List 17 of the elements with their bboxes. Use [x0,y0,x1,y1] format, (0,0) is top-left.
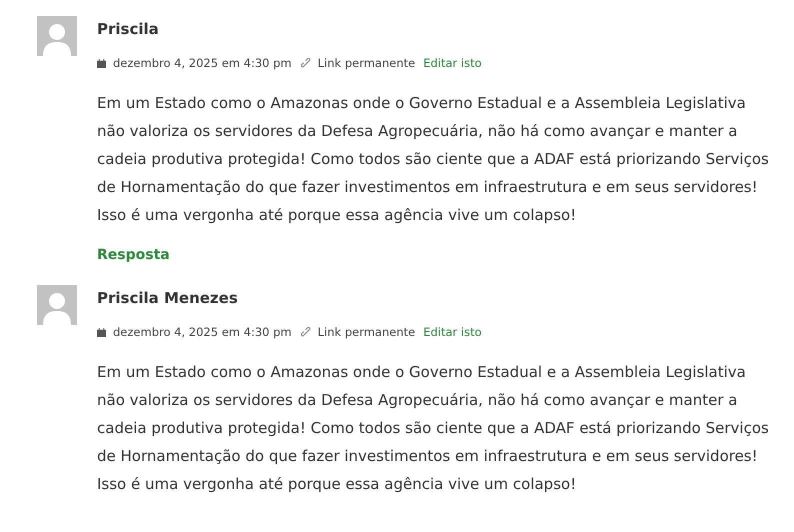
edit-link[interactable]: Editar isto [423,56,482,70]
comment-text: Em um Estado como o Amazonas onde o Governo Estadual e a Assembleia Legislativa não valoriza os servidores da Defesa Agropecuária, não há como avançar e manter a cadeia produtiva protegida! Como todos são ciente que a ADAF está priorizando Serviços de Hornamentação do que fazer investimentos em infraestrutura e em seus servidores! Isso é uma vergonha até porque essa agência vive um colapso! [97,362,770,495]
link-icon [300,326,312,338]
link-icon [300,58,312,68]
avatar-icon [37,285,77,325]
permalink-link[interactable]: Link permanente [318,56,416,70]
avatar-icon [37,16,77,56]
reply-link[interactable]: Resposta [97,247,170,263]
comment-date: dezembro 4, 2025 em 4:30 pm [113,325,292,339]
calendar-icon [97,58,106,68]
comment-date: dezembro 4, 2025 em 4:30 pm [113,56,292,70]
author-name: Priscila Menezes [97,289,239,309]
comment-text: Em um Estado como o Amazonas onde o Governo Estadual e a Assembleia Legislativa não valoriza os servidores da Defesa Agropecuária, não há como avançar e manter a cadeia produtiva protegida! Como todos são ciente que a ADAF está priorizando Serviços de Hornamentação do que fazer investimentos em infraestrutura e em seus servidores! Isso é uma vergonha até porque essa agência vive um colapso! [97,93,770,226]
author-name: Priscila [97,20,160,40]
calendar-icon [97,328,106,336]
edit-link[interactable]: Editar isto [423,325,482,339]
permalink-link[interactable]: Link permanente [318,325,416,339]
